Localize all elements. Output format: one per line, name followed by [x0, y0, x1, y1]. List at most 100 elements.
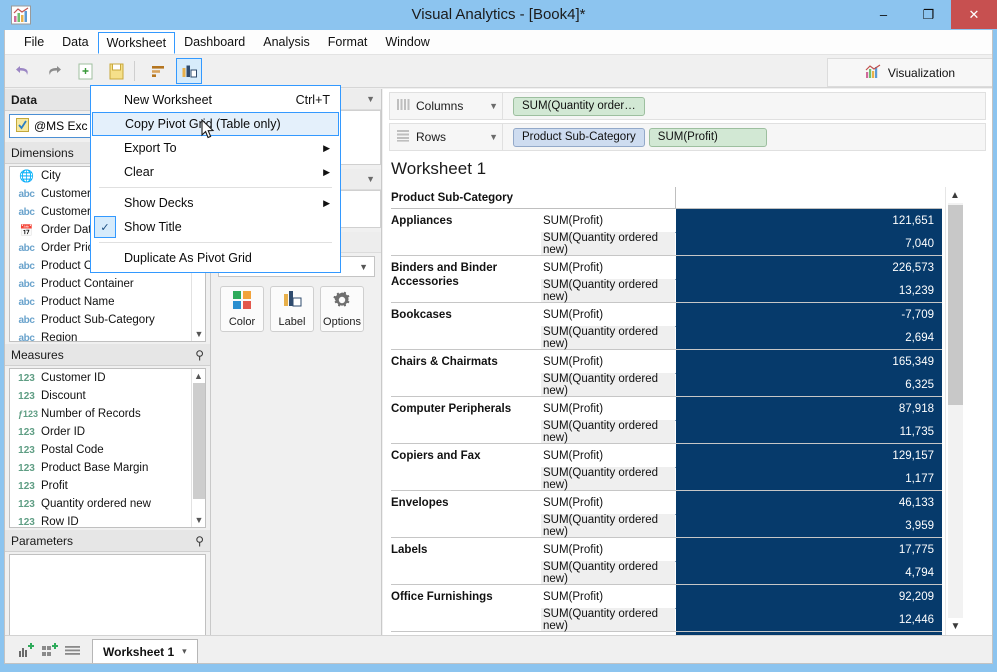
measure-value-cell[interactable]: 3,959 [675, 514, 942, 537]
close-button[interactable]: ✕ [951, 0, 997, 29]
list-item[interactable]: 123 Quantity ordered new [10, 495, 205, 513]
pill-sum-profit[interactable]: SUM(Profit) [648, 127, 767, 147]
table-row[interactable]: Chairs & Chairmats SUM(Profit) 165,349 SUM(… [391, 350, 942, 397]
list-item[interactable]: 123 Product Base Margin [10, 459, 205, 477]
bar-chart-icon[interactable] [176, 58, 202, 84]
visualization-button[interactable]: Visualization [827, 58, 992, 87]
chevron-down-icon[interactable]: ▼ [489, 101, 498, 111]
menu-window[interactable]: Window [376, 31, 438, 53]
list-item[interactable]: abc Product Container [10, 275, 205, 293]
new-worksheet-icon[interactable] [15, 638, 38, 661]
measure-value-cell[interactable]: 129,157 [675, 444, 942, 467]
list-item[interactable]: abc Product Sub-Category [10, 311, 205, 329]
measure-value-cell[interactable]: 165,349 [675, 350, 942, 373]
menu-item-show-decks[interactable]: Show Decks ▶ [91, 191, 340, 215]
measure-value-cell[interactable]: 17,775 [675, 538, 942, 561]
options-button[interactable]: Options [320, 286, 364, 332]
menu-analysis[interactable]: Analysis [254, 31, 319, 53]
new-dashboard-icon[interactable] [38, 638, 61, 661]
menu-file[interactable]: File [15, 31, 53, 53]
chevron-down-icon[interactable]: ▾ [182, 646, 187, 657]
table-row[interactable]: Bookcases SUM(Profit) -7,709 SUM(Quantity o… [391, 303, 942, 350]
measure-value-cell[interactable]: 92,209 [675, 585, 942, 608]
scrollbar-thumb[interactable] [193, 383, 205, 499]
menu-data[interactable]: Data [53, 31, 97, 53]
rows-shelf[interactable]: Rows ▼ Product Sub-Category SUM(Profit) [389, 123, 986, 151]
list-item[interactable]: ƒ123 Number of Records [10, 405, 205, 423]
sort-descending-icon[interactable] [145, 58, 171, 84]
worksheet-tab[interactable]: Worksheet 1 ▾ [92, 639, 198, 663]
search-icon[interactable]: ⚲ [195, 348, 204, 362]
table-vertical-scrollbar[interactable]: ▲ ▼ [945, 187, 964, 636]
menu-item-clear[interactable]: Clear ▶ [91, 160, 340, 184]
list-item[interactable]: 123 Row ID [10, 513, 205, 528]
menu-item-new-worksheet[interactable]: New Worksheet Ctrl+T [91, 88, 340, 112]
undo-arrow-icon[interactable] [10, 58, 36, 84]
measure-value-cell[interactable]: 1,177 [675, 467, 942, 490]
menu-item-duplicate-as-pivot-grid[interactable]: Duplicate As Pivot Grid [91, 246, 340, 270]
measure-value-cell[interactable]: 6,325 [675, 373, 942, 396]
field-label: Row ID [41, 516, 79, 528]
menu-worksheet[interactable]: Worksheet [97, 31, 176, 54]
menu-item-show-title[interactable]: ✓ Show Title [91, 215, 340, 239]
pill-product-sub-category[interactable]: Product Sub-Category [513, 127, 645, 147]
measure-value-cell[interactable]: 7,040 [675, 232, 942, 255]
table-row[interactable]: Copiers and Fax SUM(Profit) 129,157 SUM(Qua… [391, 444, 942, 491]
search-icon[interactable]: ⚲ [195, 534, 204, 548]
scroll-up-icon[interactable]: ▲ [946, 187, 964, 203]
new-story-icon[interactable] [61, 638, 84, 661]
redo-arrow-icon[interactable] [41, 58, 67, 84]
menu-item-label: Show Title [124, 220, 182, 234]
measure-value-cell[interactable]: 11,735 [675, 420, 942, 443]
measure-value-cell[interactable]: 121,651 [675, 209, 942, 232]
label-button[interactable]: Label [270, 286, 314, 332]
chevron-down-icon[interactable]: ▼ [366, 174, 375, 184]
chevron-down-icon[interactable]: ▼ [366, 94, 375, 104]
table-body[interactable]: Appliances SUM(Profit) 121,651 SUM(Quantity… [391, 209, 942, 636]
calendar-icon: 📅 [19, 224, 34, 237]
list-item[interactable]: 123 Customer ID [10, 369, 205, 387]
menu-item-export-to[interactable]: Export To ▶ [91, 136, 340, 160]
table-row[interactable]: Appliances SUM(Profit) 121,651 SUM(Quantity… [391, 209, 942, 256]
measure-value-cell[interactable]: 2,694 [675, 326, 942, 349]
list-item[interactable]: 123 Profit [10, 477, 205, 495]
list-item[interactable]: abc Product Name [10, 293, 205, 311]
list-item[interactable]: 123 Postal Code [10, 441, 205, 459]
measure-value-cell[interactable]: 226,573 [675, 256, 942, 279]
table-row[interactable]: Binders and Binder Accessories SUM(Profit… [391, 256, 942, 303]
menu-dashboard[interactable]: Dashboard [175, 31, 254, 53]
measure-value-cell[interactable]: 46,133 [675, 491, 942, 514]
field-label: Customer [41, 206, 91, 218]
maximize-button[interactable]: ❐ [906, 0, 951, 29]
scroll-down-icon[interactable]: ▼ [192, 513, 205, 527]
list-item[interactable]: 123 Discount [10, 387, 205, 405]
minimize-button[interactable]: – [861, 0, 906, 29]
measure-value-cell[interactable]: 12,446 [675, 608, 942, 631]
scrollbar-thumb[interactable] [948, 205, 963, 405]
measure-value-cell[interactable]: 4,794 [675, 561, 942, 584]
measure-value-cell[interactable]: 87,918 [675, 397, 942, 420]
number-icon: 123 [18, 480, 35, 492]
columns-shelf[interactable]: Columns ▼ SUM(Quantity order… [389, 92, 986, 120]
scroll-up-icon[interactable]: ▲ [192, 369, 205, 383]
field-label: Postal Code [41, 444, 104, 456]
table-row[interactable]: Office Furnishings SUM(Profit) 92,209 SUM(Q… [391, 585, 942, 632]
scroll-down-icon[interactable]: ▼ [192, 327, 205, 341]
scroll-down-icon[interactable]: ▼ [946, 618, 965, 634]
table-row[interactable]: Computer Peripherals SUM(Profit) 87,918 SUM… [391, 397, 942, 444]
save-icon[interactable] [103, 58, 129, 84]
pill-sum-quantity-ordered[interactable]: SUM(Quantity order… [513, 96, 645, 116]
measure-value-cell[interactable]: 13,239 [675, 279, 942, 302]
table-row[interactable]: Labels SUM(Profit) 17,775 SUM(Quantity orde… [391, 538, 942, 585]
measures-scrollbar[interactable]: ▲ ▼ [191, 369, 205, 527]
chevron-down-icon[interactable]: ▼ [489, 132, 498, 142]
table-row[interactable]: Envelopes SUM(Profit) 46,133 SUM(Quantity o… [391, 491, 942, 538]
measure-value-cell[interactable]: -7,709 [675, 303, 942, 326]
color-button[interactable]: Color [220, 286, 264, 332]
menu-item-copy-pivot-grid[interactable]: Copy Pivot Grid (Table only) [92, 112, 339, 136]
field-label: Number of Records [41, 408, 141, 420]
list-item[interactable]: abc Region [10, 329, 205, 341]
list-item[interactable]: 123 Order ID [10, 423, 205, 441]
new-sheet-icon[interactable] [72, 58, 98, 84]
menu-format[interactable]: Format [319, 31, 377, 53]
